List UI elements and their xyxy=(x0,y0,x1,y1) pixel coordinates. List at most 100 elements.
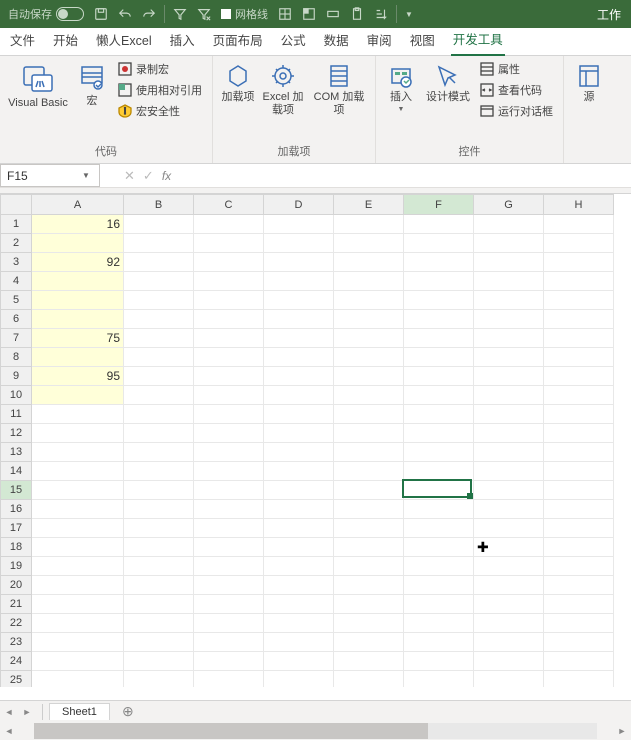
cell-G1[interactable] xyxy=(474,215,544,234)
cell-H8[interactable] xyxy=(544,348,614,367)
row-header-4[interactable]: 4 xyxy=(1,272,32,291)
cell-A17[interactable] xyxy=(32,519,124,538)
col-header-C[interactable]: C xyxy=(194,195,264,215)
excel-addins-button[interactable]: Excel 加载项 xyxy=(261,59,305,121)
cell-D2[interactable] xyxy=(264,234,334,253)
row-header-10[interactable]: 10 xyxy=(1,386,32,405)
cell-B4[interactable] xyxy=(124,272,194,291)
cell-A25[interactable] xyxy=(32,671,124,688)
cell-D5[interactable] xyxy=(264,291,334,310)
cell-G4[interactable] xyxy=(474,272,544,291)
cell-C14[interactable] xyxy=(194,462,264,481)
row-header-5[interactable]: 5 xyxy=(1,291,32,310)
cell-E5[interactable] xyxy=(334,291,404,310)
cell-B25[interactable] xyxy=(124,671,194,688)
cell-D11[interactable] xyxy=(264,405,334,424)
cell-E18[interactable] xyxy=(334,538,404,557)
macros-button[interactable]: 宏 xyxy=(74,59,110,112)
tab-公式[interactable]: 公式 xyxy=(279,26,308,55)
row-header-12[interactable]: 12 xyxy=(1,424,32,443)
cell-A24[interactable] xyxy=(32,652,124,671)
cell-B2[interactable] xyxy=(124,234,194,253)
row-header-16[interactable]: 16 xyxy=(1,500,32,519)
cell-F12[interactable] xyxy=(404,424,474,443)
cell-E8[interactable] xyxy=(334,348,404,367)
cell-G2[interactable] xyxy=(474,234,544,253)
col-header-G[interactable]: G xyxy=(474,195,544,215)
scroll-right-button[interactable]: ► xyxy=(613,726,631,736)
cell-A11[interactable] xyxy=(32,405,124,424)
cell-F5[interactable] xyxy=(404,291,474,310)
cell-C4[interactable] xyxy=(194,272,264,291)
cell-D17[interactable] xyxy=(264,519,334,538)
cell-A12[interactable] xyxy=(32,424,124,443)
cell-D15[interactable] xyxy=(264,481,334,500)
cell-D10[interactable] xyxy=(264,386,334,405)
cell-D19[interactable] xyxy=(264,557,334,576)
col-header-D[interactable]: D xyxy=(264,195,334,215)
cell-C24[interactable] xyxy=(194,652,264,671)
cell-G10[interactable] xyxy=(474,386,544,405)
cell-C12[interactable] xyxy=(194,424,264,443)
cell-F21[interactable] xyxy=(404,595,474,614)
cell-B5[interactable] xyxy=(124,291,194,310)
row-header-25[interactable]: 25 xyxy=(1,671,32,688)
cell-A7[interactable]: 75 xyxy=(32,329,124,348)
cell-H6[interactable] xyxy=(544,310,614,329)
cell-B21[interactable] xyxy=(124,595,194,614)
cell-H22[interactable] xyxy=(544,614,614,633)
cell-D13[interactable] xyxy=(264,443,334,462)
cell-C25[interactable] xyxy=(194,671,264,688)
merge-button[interactable] xyxy=(322,2,344,26)
undo-button[interactable] xyxy=(114,2,136,26)
cell-B22[interactable] xyxy=(124,614,194,633)
cell-A20[interactable] xyxy=(32,576,124,595)
relative-ref-button[interactable]: 使用相对引用 xyxy=(114,80,206,100)
cell-B16[interactable] xyxy=(124,500,194,519)
cell-F9[interactable] xyxy=(404,367,474,386)
cell-B18[interactable] xyxy=(124,538,194,557)
cell-G15[interactable] xyxy=(474,481,544,500)
cell-C23[interactable] xyxy=(194,633,264,652)
cell-D22[interactable] xyxy=(264,614,334,633)
cell-G17[interactable] xyxy=(474,519,544,538)
cell-F22[interactable] xyxy=(404,614,474,633)
cell-A14[interactable] xyxy=(32,462,124,481)
cell-B12[interactable] xyxy=(124,424,194,443)
cell-E23[interactable] xyxy=(334,633,404,652)
cell-E7[interactable] xyxy=(334,329,404,348)
cell-B11[interactable] xyxy=(124,405,194,424)
row-header-23[interactable]: 23 xyxy=(1,633,32,652)
cell-F7[interactable] xyxy=(404,329,474,348)
row-header-8[interactable]: 8 xyxy=(1,348,32,367)
cell-G11[interactable] xyxy=(474,405,544,424)
cell-F19[interactable] xyxy=(404,557,474,576)
cell-F3[interactable] xyxy=(404,253,474,272)
enter-formula-button[interactable]: ✓ xyxy=(143,168,154,184)
cell-D6[interactable] xyxy=(264,310,334,329)
cell-F17[interactable] xyxy=(404,519,474,538)
cell-H21[interactable] xyxy=(544,595,614,614)
cell-C2[interactable] xyxy=(194,234,264,253)
cell-B24[interactable] xyxy=(124,652,194,671)
tab-数据[interactable]: 数据 xyxy=(322,26,351,55)
cell-H23[interactable] xyxy=(544,633,614,652)
insert-control-button[interactable]: 插入 ▼ xyxy=(382,59,420,117)
scroll-left-button[interactable]: ◄ xyxy=(0,726,18,736)
qat-customize[interactable]: ▼ xyxy=(401,2,417,26)
tab-懒人Excel[interactable]: 懒人Excel xyxy=(94,26,154,55)
cell-H9[interactable] xyxy=(544,367,614,386)
cell-B15[interactable] xyxy=(124,481,194,500)
cell-G8[interactable] xyxy=(474,348,544,367)
save-button[interactable] xyxy=(90,2,112,26)
cell-C17[interactable] xyxy=(194,519,264,538)
cell-H19[interactable] xyxy=(544,557,614,576)
spreadsheet-grid[interactable]: ABCDEFGH11623924567758995101112131415161… xyxy=(0,194,631,687)
row-header-17[interactable]: 17 xyxy=(1,519,32,538)
cell-C11[interactable] xyxy=(194,405,264,424)
tab-文件[interactable]: 文件 xyxy=(8,26,37,55)
cell-G24[interactable] xyxy=(474,652,544,671)
cell-C20[interactable] xyxy=(194,576,264,595)
cell-E25[interactable] xyxy=(334,671,404,688)
cell-C21[interactable] xyxy=(194,595,264,614)
